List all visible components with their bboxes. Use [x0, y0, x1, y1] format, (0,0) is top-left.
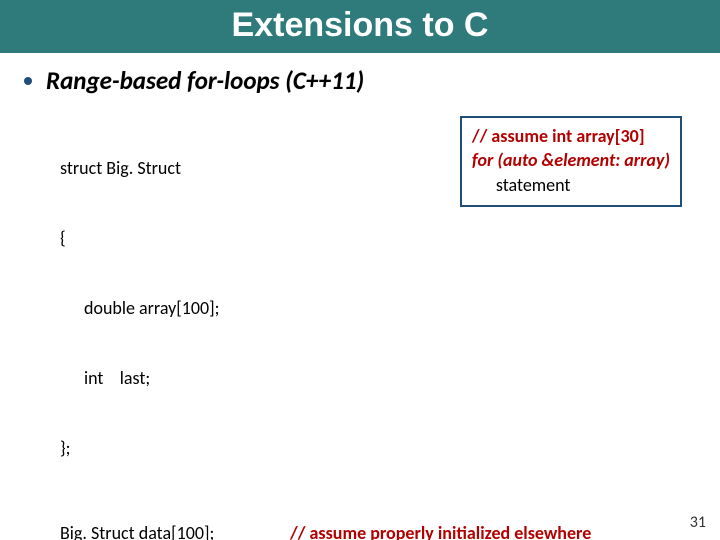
box-for-line: for (auto &element: array) — [472, 149, 670, 171]
slide-title: Extensions to C — [232, 6, 489, 44]
page-number: 31 — [690, 513, 706, 532]
struct-member-last: int last; — [60, 367, 720, 390]
data-decl-row: Big. Struct data[100]; // assume properl… — [60, 522, 720, 540]
box-statement: statement — [496, 174, 571, 196]
data-decl: Big. Struct data[100]; — [60, 522, 290, 540]
bullet-dot-icon — [24, 77, 32, 85]
struct-open: { — [60, 227, 720, 250]
struct-member-array: double array[100]; — [60, 297, 720, 320]
bullet-text: Range-based for-loops (C++11) — [46, 65, 364, 96]
data-decl-comment: // assume properly initialized elsewhere — [290, 522, 591, 540]
title-bar: Extensions to C — [0, 0, 720, 53]
slide-body: // assume int array[30] for (auto &eleme… — [60, 110, 720, 540]
example-box: // assume int array[30] for (auto &eleme… — [460, 116, 682, 207]
box-comment: // assume int array[30] — [472, 125, 645, 147]
bullet-row: Range-based for-loops (C++11) — [24, 65, 720, 96]
struct-close: }; — [60, 437, 720, 460]
